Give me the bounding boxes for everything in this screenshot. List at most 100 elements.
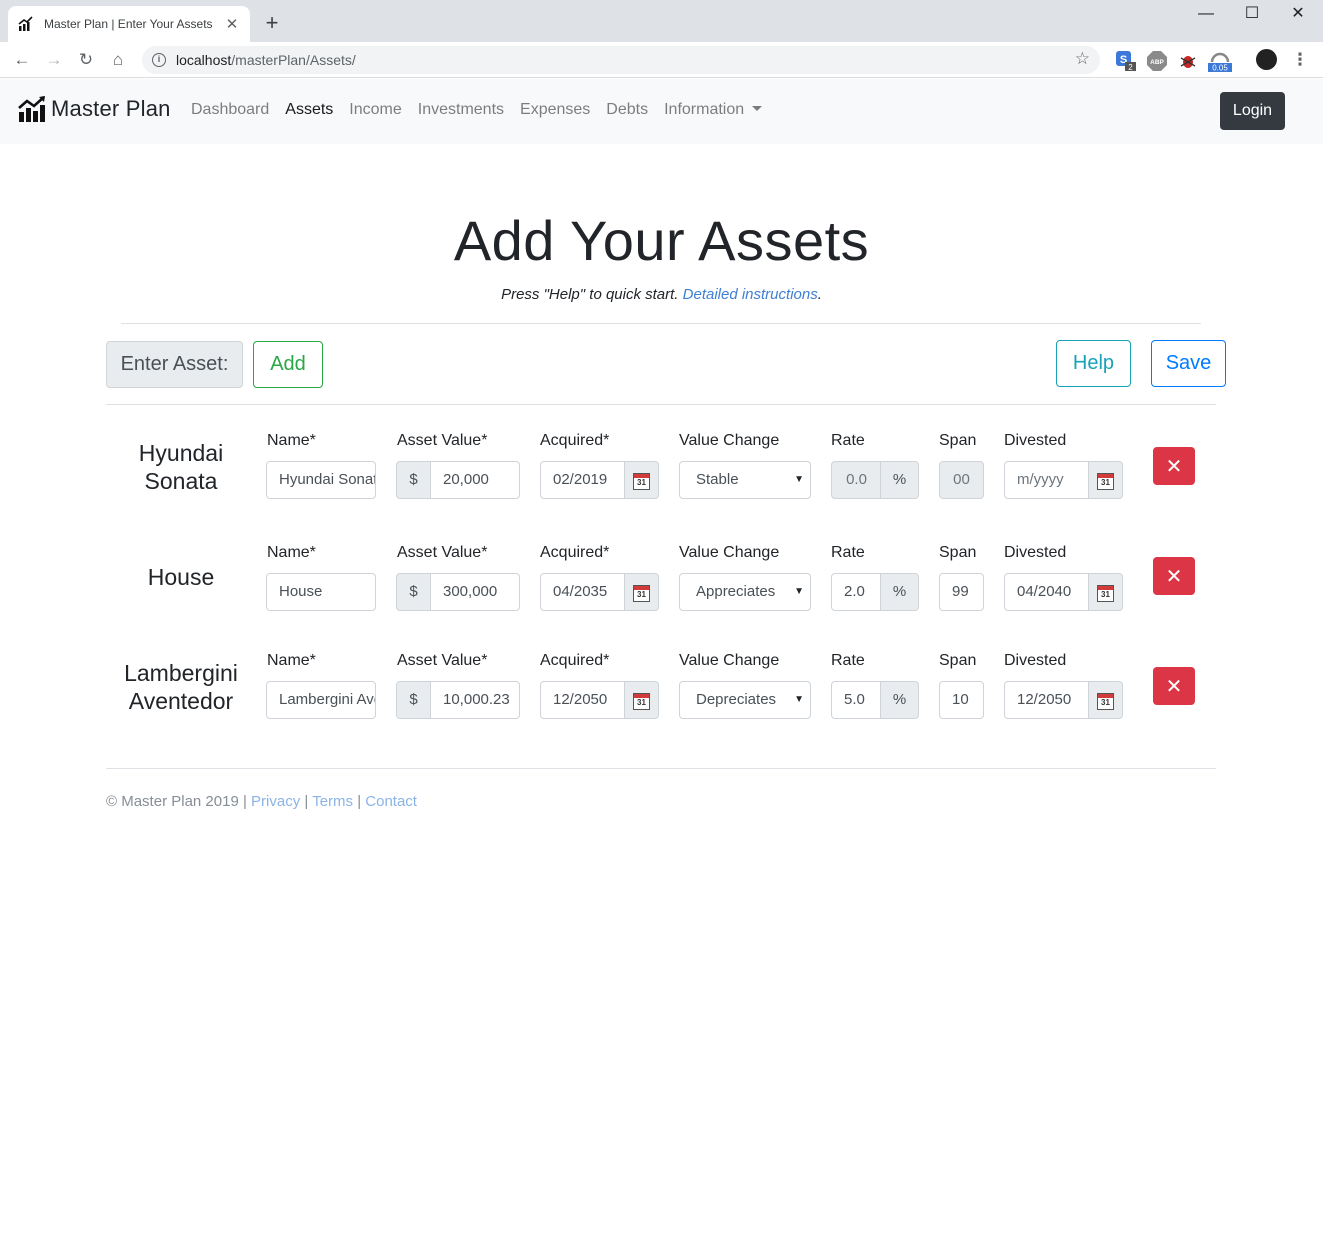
copyright-text: © Master Plan 2019 | (106, 793, 252, 810)
value-change-select[interactable]: Depreciates ▼ (679, 681, 811, 719)
footer: © Master Plan 2019 | Privacy | Terms | C… (106, 793, 417, 810)
rate-input[interactable]: 2.0 (831, 573, 882, 611)
browser-tab[interactable]: Master Plan | Enter Your Assets ✕ (8, 6, 250, 42)
nav-income[interactable]: Income (349, 101, 401, 119)
value-change-label: Value Change (679, 544, 780, 561)
acquired-calendar-button[interactable]: 31 (624, 573, 659, 611)
abp-icon[interactable]: ABP (1146, 50, 1168, 72)
delete-asset-button[interactable]: ✕ (1153, 667, 1195, 705)
minimize-button[interactable]: — (1183, 2, 1229, 28)
address-bar-row: ← → ↻ ⌂ i localhost /masterPlan/Assets/ … (0, 42, 1323, 78)
divested-calendar-button[interactable]: 31 (1088, 573, 1123, 611)
name-input[interactable]: Lambergini Aventedor (266, 681, 376, 719)
value-change-selected: Appreciates (696, 583, 776, 600)
acquired-input[interactable]: 02/2019 (540, 461, 626, 499)
brand-link[interactable]: Master Plan (18, 91, 171, 127)
rate-label: Rate (831, 432, 865, 449)
name-input[interactable]: Hyundai Sonata (266, 461, 376, 499)
maximize-button[interactable]: ☐ (1229, 2, 1275, 28)
main-nav: Dashboard Assets Income Investments Expe… (191, 101, 778, 119)
calendar-icon: 31 (633, 473, 650, 490)
name-input[interactable]: House (266, 573, 376, 611)
detailed-instructions-link[interactable]: Detailed instructions (683, 286, 818, 303)
speed-ext-icon[interactable]: 0.05 (1207, 50, 1233, 72)
browser-menu-icon[interactable]: ⋮ (1288, 48, 1312, 72)
nav-expenses[interactable]: Expenses (520, 101, 590, 119)
divested-input[interactable]: 04/2040 (1004, 573, 1090, 611)
divested-label: Divested (1004, 544, 1067, 561)
value-change-selected: Stable (696, 471, 739, 488)
footer-separator: | (353, 793, 366, 810)
s-ext-icon[interactable]: S 2 (1115, 50, 1137, 72)
divider (121, 323, 1201, 324)
url-input[interactable]: i localhost /masterPlan/Assets/ ☆ (142, 46, 1100, 74)
divider (106, 768, 1216, 769)
divider (106, 404, 1216, 405)
nav-information-label: Information (664, 101, 745, 118)
calendar-icon: 31 (633, 693, 650, 710)
delete-asset-button[interactable]: ✕ (1153, 557, 1195, 595)
profile-avatar[interactable] (1256, 49, 1277, 70)
bug-icon[interactable] (1177, 50, 1199, 72)
contact-link[interactable]: Contact (365, 793, 417, 810)
divested-calendar-button[interactable]: 31 (1088, 681, 1123, 719)
value-change-label: Value Change (679, 652, 780, 669)
reload-icon[interactable]: ↻ (74, 48, 98, 72)
nav-debts[interactable]: Debts (606, 101, 648, 119)
rate-input[interactable]: 5.0 (831, 681, 882, 719)
terms-link[interactable]: Terms (312, 793, 353, 810)
acquired-calendar-button[interactable]: 31 (624, 681, 659, 719)
footer-separator: | (300, 793, 313, 810)
bookmark-star-icon[interactable]: ☆ (1075, 49, 1090, 69)
percent-addon: % (880, 461, 919, 499)
span-input[interactable]: 99 (939, 573, 984, 611)
divested-input[interactable]: m/yyyy (1004, 461, 1090, 499)
divested-input[interactable]: 12/2050 (1004, 681, 1090, 719)
save-button[interactable]: Save (1151, 340, 1226, 387)
acquired-label: Acquired* (540, 652, 610, 669)
calendar-icon: 31 (1097, 473, 1114, 490)
name-label: Name* (267, 432, 316, 449)
asset-title-line: Hyundai (138, 440, 224, 466)
svg-text:ABP: ABP (1150, 59, 1164, 66)
asset-value-input[interactable]: 300,000 (430, 573, 520, 611)
name-label: Name* (267, 652, 316, 669)
nav-dashboard[interactable]: Dashboard (191, 101, 269, 119)
svg-text:0.05: 0.05 (1212, 64, 1228, 73)
span-input[interactable]: 00 (939, 461, 984, 499)
nav-assets[interactable]: Assets (285, 101, 333, 119)
span-label: Span (939, 432, 977, 449)
value-change-select[interactable]: Stable ▼ (679, 461, 811, 499)
new-tab-button[interactable]: + (260, 10, 284, 36)
instructions-text: Press "Help" to quick start. Detailed in… (0, 286, 1323, 303)
nav-investments[interactable]: Investments (418, 101, 504, 119)
acquired-input[interactable]: 12/2050 (540, 681, 626, 719)
delete-asset-button[interactable]: ✕ (1153, 447, 1195, 485)
asset-row: Lambergini Aventedor Name* Lambergini Av… (0, 650, 1323, 750)
login-button[interactable]: Login (1220, 92, 1285, 130)
brand-name: Master Plan (51, 96, 171, 121)
span-input[interactable]: 10 (939, 681, 984, 719)
asset-title-line: House (147, 564, 215, 590)
close-window-button[interactable]: ✕ (1275, 2, 1321, 28)
nav-information-dropdown[interactable]: Information (664, 101, 763, 119)
rate-input[interactable]: 0.0 (831, 461, 882, 499)
forward-icon[interactable]: → (42, 48, 66, 72)
divested-label: Divested (1004, 432, 1067, 449)
add-asset-button[interactable]: Add (253, 341, 323, 388)
percent-addon: % (880, 573, 919, 611)
acquired-input[interactable]: 04/2035 (540, 573, 626, 611)
tab-close-icon[interactable]: ✕ (224, 15, 240, 33)
divested-calendar-button[interactable]: 31 (1088, 461, 1123, 499)
url-path: /masterPlan/Assets/ (231, 52, 356, 68)
home-icon[interactable]: ⌂ (106, 48, 130, 72)
acquired-calendar-button[interactable]: 31 (624, 461, 659, 499)
asset-value-input[interactable]: 20,000 (430, 461, 520, 499)
site-info-icon[interactable]: i (152, 53, 166, 67)
help-button[interactable]: Help (1056, 340, 1131, 387)
value-change-select[interactable]: Appreciates ▼ (679, 573, 811, 611)
select-arrow-icon: ▼ (794, 694, 804, 705)
asset-value-input[interactable]: 10,000.23 (430, 681, 520, 719)
back-icon[interactable]: ← (10, 48, 34, 72)
privacy-link[interactable]: Privacy (251, 793, 300, 810)
